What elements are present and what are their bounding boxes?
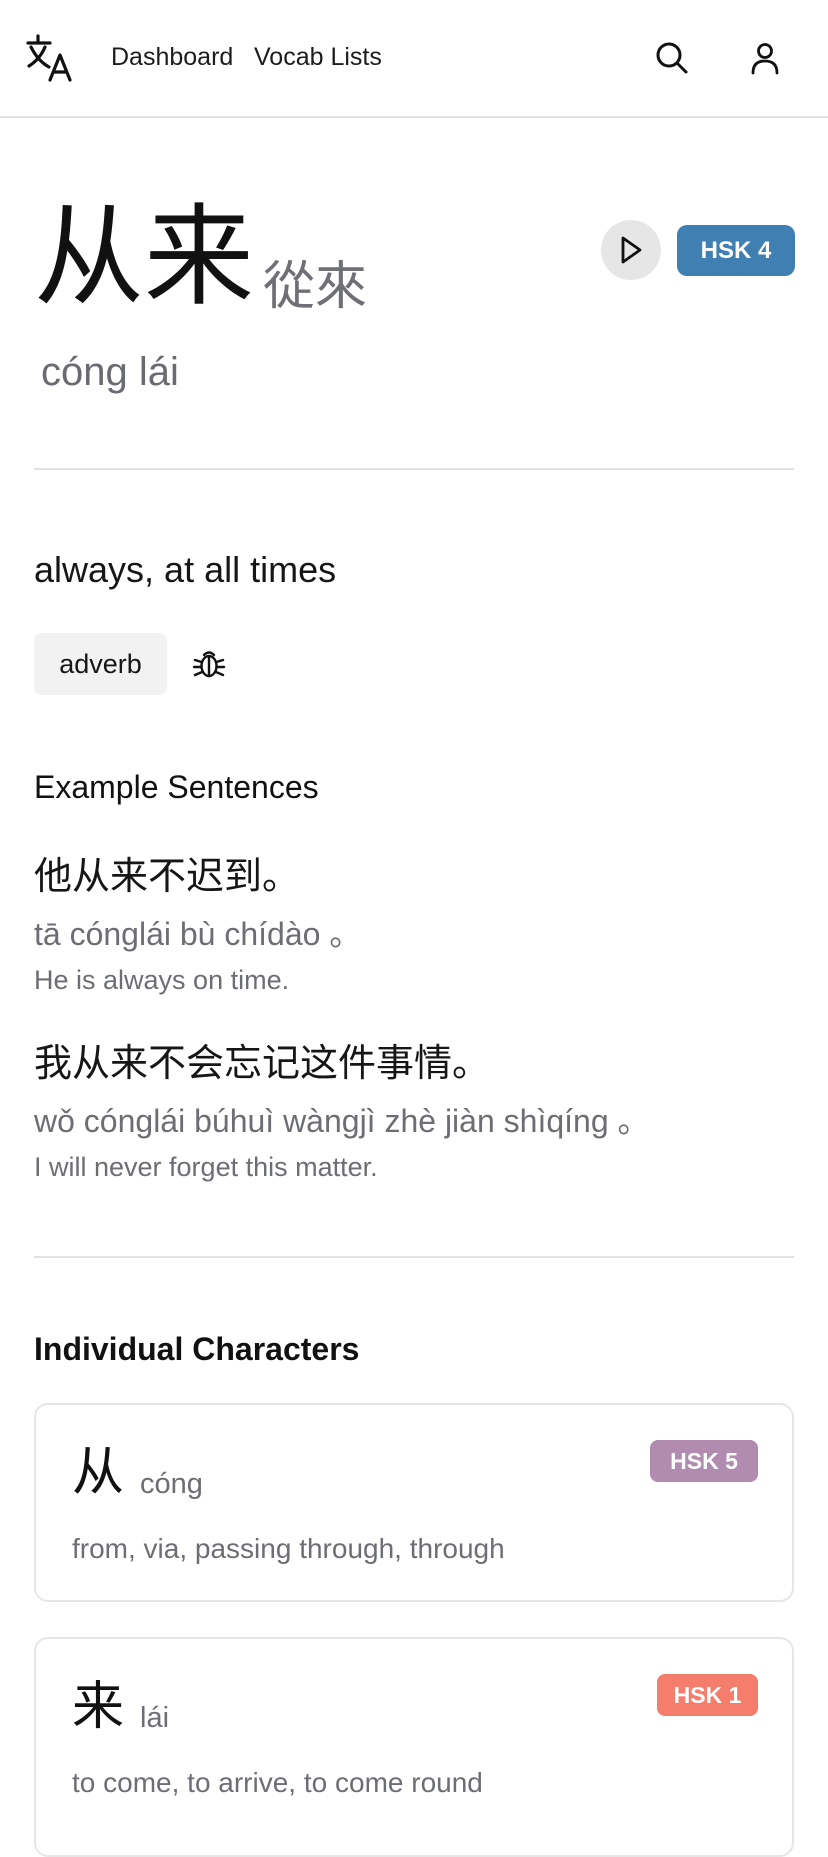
- word-traditional: 從來: [263, 257, 368, 317]
- word-meaning: always, at all times: [34, 549, 337, 590]
- example-hanzi: 我从来不会忘记这件事情。: [34, 1041, 491, 1085]
- search-icon[interactable]: [654, 40, 690, 76]
- individual-characters-heading: Individual Characters: [34, 1331, 360, 1367]
- play-audio-button[interactable]: [601, 220, 661, 280]
- example-pinyin: wǒ cónglái búhuì wàngjì zhè jiàn shìqíng…: [34, 1103, 650, 1139]
- translate-icon[interactable]: [26, 33, 76, 83]
- example-english: He is always on time.: [34, 965, 290, 995]
- word-simplified: 从来: [34, 193, 254, 321]
- play-icon: [621, 236, 642, 264]
- example-sentences-heading: Example Sentences: [34, 769, 319, 805]
- character-pinyin: lái: [140, 1702, 170, 1734]
- divider: [34, 468, 794, 470]
- nav-link-dashboard[interactable]: Dashboard: [111, 43, 233, 72]
- character-hsk-badge: HSK 5: [650, 1440, 758, 1482]
- example-pinyin: tā cónglái bù chídào 。: [34, 916, 362, 952]
- character-card-lai[interactable]: 来 lái HSK 1 to come, to arrive, to come …: [34, 1637, 794, 1857]
- character-definition: from, via, passing through, through: [72, 1533, 505, 1564]
- nav-link-vocab-lists[interactable]: Vocab Lists: [254, 43, 382, 72]
- top-nav-bar: Dashboard Vocab Lists: [0, 0, 828, 118]
- bug-report-icon[interactable]: [192, 647, 226, 681]
- example-hanzi: 他从来不迟到。: [34, 854, 301, 898]
- hsk-level-badge: HSK 4: [677, 225, 795, 276]
- character-hanzi: 来: [72, 1677, 125, 1737]
- part-of-speech-tag: adverb: [34, 633, 167, 695]
- character-card-cong[interactable]: 从 cóng HSK 5 from, via, passing through,…: [34, 1403, 794, 1602]
- divider: [34, 1256, 794, 1258]
- character-definition: to come, to arrive, to come round: [72, 1767, 483, 1798]
- character-pinyin: cóng: [140, 1468, 203, 1500]
- character-hanzi: 从: [72, 1443, 125, 1503]
- word-pinyin: cóng lái: [41, 350, 179, 394]
- character-hsk-badge: HSK 1: [657, 1674, 758, 1716]
- example-english: I will never forget this matter.: [34, 1152, 378, 1182]
- user-icon[interactable]: [747, 40, 783, 76]
